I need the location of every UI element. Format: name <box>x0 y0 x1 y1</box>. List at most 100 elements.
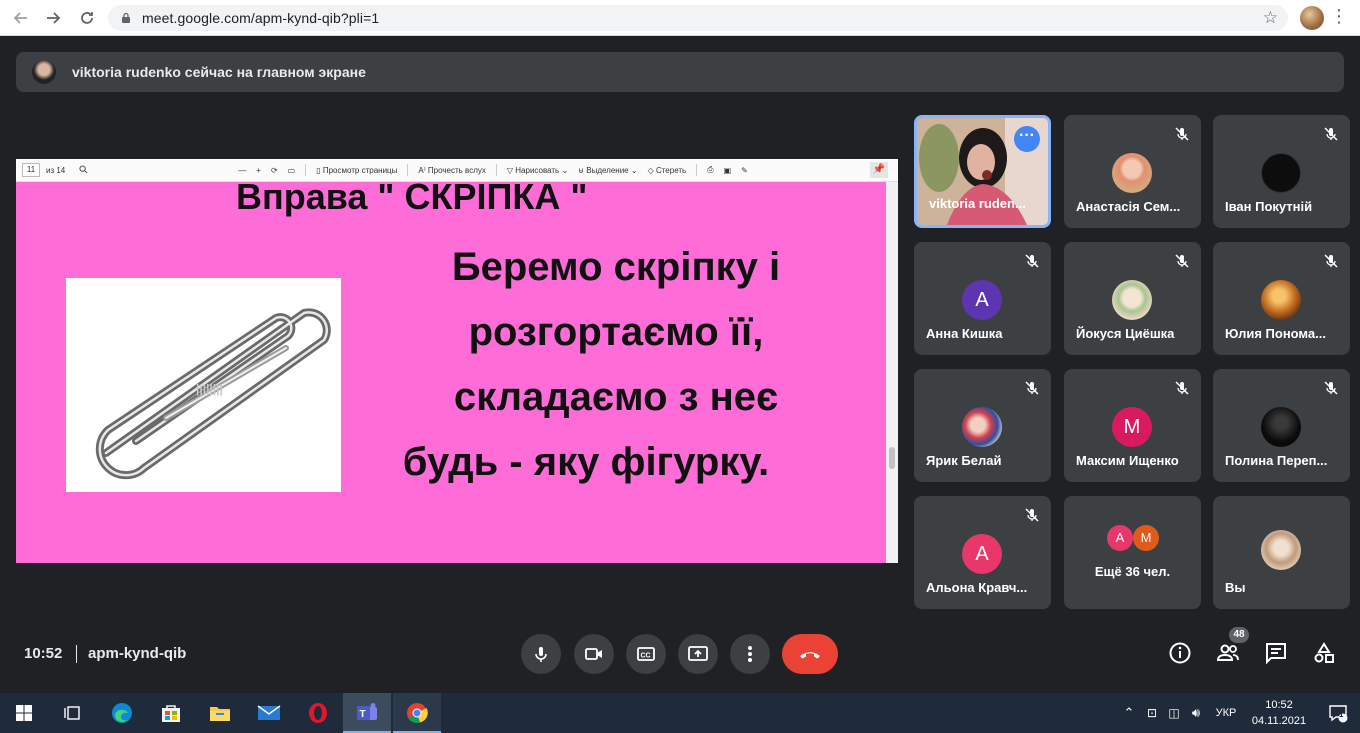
avatar: А <box>962 534 1002 574</box>
file-explorer-icon[interactable] <box>196 693 244 733</box>
participant-tile[interactable]: Полина Переп... <box>1213 369 1350 482</box>
draw-button[interactable]: ▽ Нарисовать ⌄ <box>507 166 568 175</box>
more-participants-label: Ещё 36 чел. <box>1094 564 1171 579</box>
participant-name: Йокуся Циёшка <box>1076 326 1175 341</box>
more-vert-icon <box>748 646 752 662</box>
network-icon[interactable]: ⊡ <box>1140 706 1164 720</box>
fit-page-icon[interactable]: ▭ <box>288 166 296 175</box>
avatar: М <box>1112 407 1152 447</box>
present-button[interactable] <box>678 634 718 674</box>
paperclip-image: |||||||| <box>66 278 341 492</box>
print-icon[interactable]: ⎙ <box>707 165 713 175</box>
clock[interactable]: 10:52 04.11.2021 <box>1251 697 1307 729</box>
more-participants-tile[interactable]: А М Ещё 36 чел. <box>1064 496 1201 609</box>
camera-icon <box>585 648 602 660</box>
opera-icon[interactable] <box>294 693 342 733</box>
captions-button[interactable]: CC <box>626 634 666 674</box>
star-icon[interactable]: ☆ <box>1263 8 1278 28</box>
language-indicator[interactable]: УКР <box>1208 707 1244 719</box>
address-bar[interactable]: meet.google.com/apm-kynd-qib?pli=1 ☆ <box>108 5 1288 31</box>
participant-tile[interactable]: М Максим Ищенко <box>1064 369 1201 482</box>
reload-icon[interactable] <box>76 7 98 29</box>
mic-off-icon <box>1025 254 1039 268</box>
draw-label: Нарисовать <box>515 165 560 175</box>
presenter-banner: viktoria rudenko сейчас на главном экран… <box>16 52 1344 92</box>
participant-tile[interactable]: Вы <box>1213 496 1350 609</box>
forward-icon[interactable] <box>42 7 64 29</box>
participant-tile[interactable]: А Анна Кишка <box>914 242 1051 355</box>
mic-button[interactable] <box>521 634 561 674</box>
page-number-input[interactable]: 11 <box>22 163 40 177</box>
page-view-label: Просмотр страницы <box>322 165 398 175</box>
volume-icon[interactable]: 🔊︎ <box>1184 705 1208 721</box>
browser-menu-icon[interactable]: ⋮ <box>1330 6 1348 27</box>
profile-avatar[interactable] <box>1300 6 1324 30</box>
participant-name: Полина Переп... <box>1225 453 1328 468</box>
chevron-up-icon[interactable]: ⌃ <box>1118 705 1140 721</box>
leave-call-button[interactable] <box>782 634 838 674</box>
scrollbar[interactable] <box>886 182 898 563</box>
avatar <box>1112 153 1152 193</box>
captions-icon: CC <box>637 647 655 661</box>
info-icon[interactable] <box>1167 640 1193 666</box>
participant-tile[interactable]: А Альона Кравч... <box>914 496 1051 609</box>
search-icon[interactable] <box>79 164 88 176</box>
chrome-icon[interactable] <box>393 693 441 733</box>
avatar <box>1261 280 1301 320</box>
divider <box>495 164 497 176</box>
read-aloud-label: Прочесть вслух <box>427 165 486 175</box>
lock-icon <box>122 12 130 23</box>
rotate-icon[interactable]: ⟳ <box>271 166 278 175</box>
wifi-icon[interactable]: ◫ <box>1164 706 1184 720</box>
start-icon[interactable] <box>0 693 48 733</box>
edge-icon[interactable] <box>98 693 146 733</box>
svg-text:CC: CC <box>641 653 651 660</box>
slide-line: складаємо з неє <box>453 375 779 419</box>
more-options-button[interactable]: ··· <box>1014 126 1040 152</box>
avatar: М <box>1133 525 1159 551</box>
mail-icon[interactable] <box>245 693 293 733</box>
participant-tile[interactable]: Йокуся Циёшка <box>1064 242 1201 355</box>
slide-line: будь - яку фігурку. <box>402 440 770 484</box>
participant-tile[interactable]: Іван Покутній <box>1213 115 1350 228</box>
read-aloud-button[interactable]: A⁾ Прочесть вслух <box>418 166 486 175</box>
divider <box>407 164 409 176</box>
participant-tile[interactable]: Юлия Понома... <box>1213 242 1350 355</box>
activities-icon[interactable] <box>1311 640 1337 666</box>
svg-text:||||||||: |||||||| <box>196 382 223 396</box>
participant-tile[interactable]: Анастасія Сем... <box>1064 115 1201 228</box>
zoom-out-button[interactable]: — <box>238 166 246 175</box>
share-icon[interactable]: ✎ <box>741 166 748 175</box>
participant-name: viktoria ruden... <box>929 196 1026 211</box>
teams-icon[interactable]: T <box>343 693 391 733</box>
mic-off-icon <box>1025 381 1039 395</box>
hang-up-icon <box>800 652 820 659</box>
pin-icon[interactable]: 📌 <box>870 162 888 178</box>
avatar: А <box>962 280 1002 320</box>
camera-button[interactable] <box>574 634 614 674</box>
participant-tile[interactable]: ··· viktoria ruden... <box>914 115 1051 228</box>
clock-date: 04.11.2021 <box>1251 715 1307 727</box>
participant-tile[interactable]: Ярик Белай <box>914 369 1051 482</box>
scrollbar-thumb[interactable] <box>889 447 895 469</box>
mic-off-icon <box>1324 381 1338 395</box>
notifications-icon[interactable]: 1 <box>1318 693 1358 733</box>
highlight-button[interactable]: ⊎ Выделение ⌄ <box>578 166 637 175</box>
people-icon[interactable] <box>1215 640 1241 666</box>
present-icon <box>688 646 708 661</box>
more-options-button[interactable] <box>730 634 770 674</box>
save-icon[interactable]: ▣ <box>724 166 732 175</box>
svg-text:T: T <box>360 709 366 720</box>
mic-off-icon <box>1324 127 1338 141</box>
participant-name: Іван Покутній <box>1225 199 1313 214</box>
task-view-icon[interactable] <box>48 693 96 733</box>
store-icon[interactable] <box>147 693 195 733</box>
zoom-in-button[interactable]: + <box>256 166 261 175</box>
page-count: из 14 <box>46 165 66 175</box>
mic-off-icon <box>1025 508 1039 522</box>
back-icon[interactable] <box>10 7 32 29</box>
chat-icon[interactable] <box>1263 640 1289 666</box>
participant-name: Вы <box>1225 580 1246 595</box>
page-view-button[interactable]: ▯ Просмотр страницы <box>316 166 397 175</box>
erase-button[interactable]: ◇ Стереть <box>648 166 687 175</box>
